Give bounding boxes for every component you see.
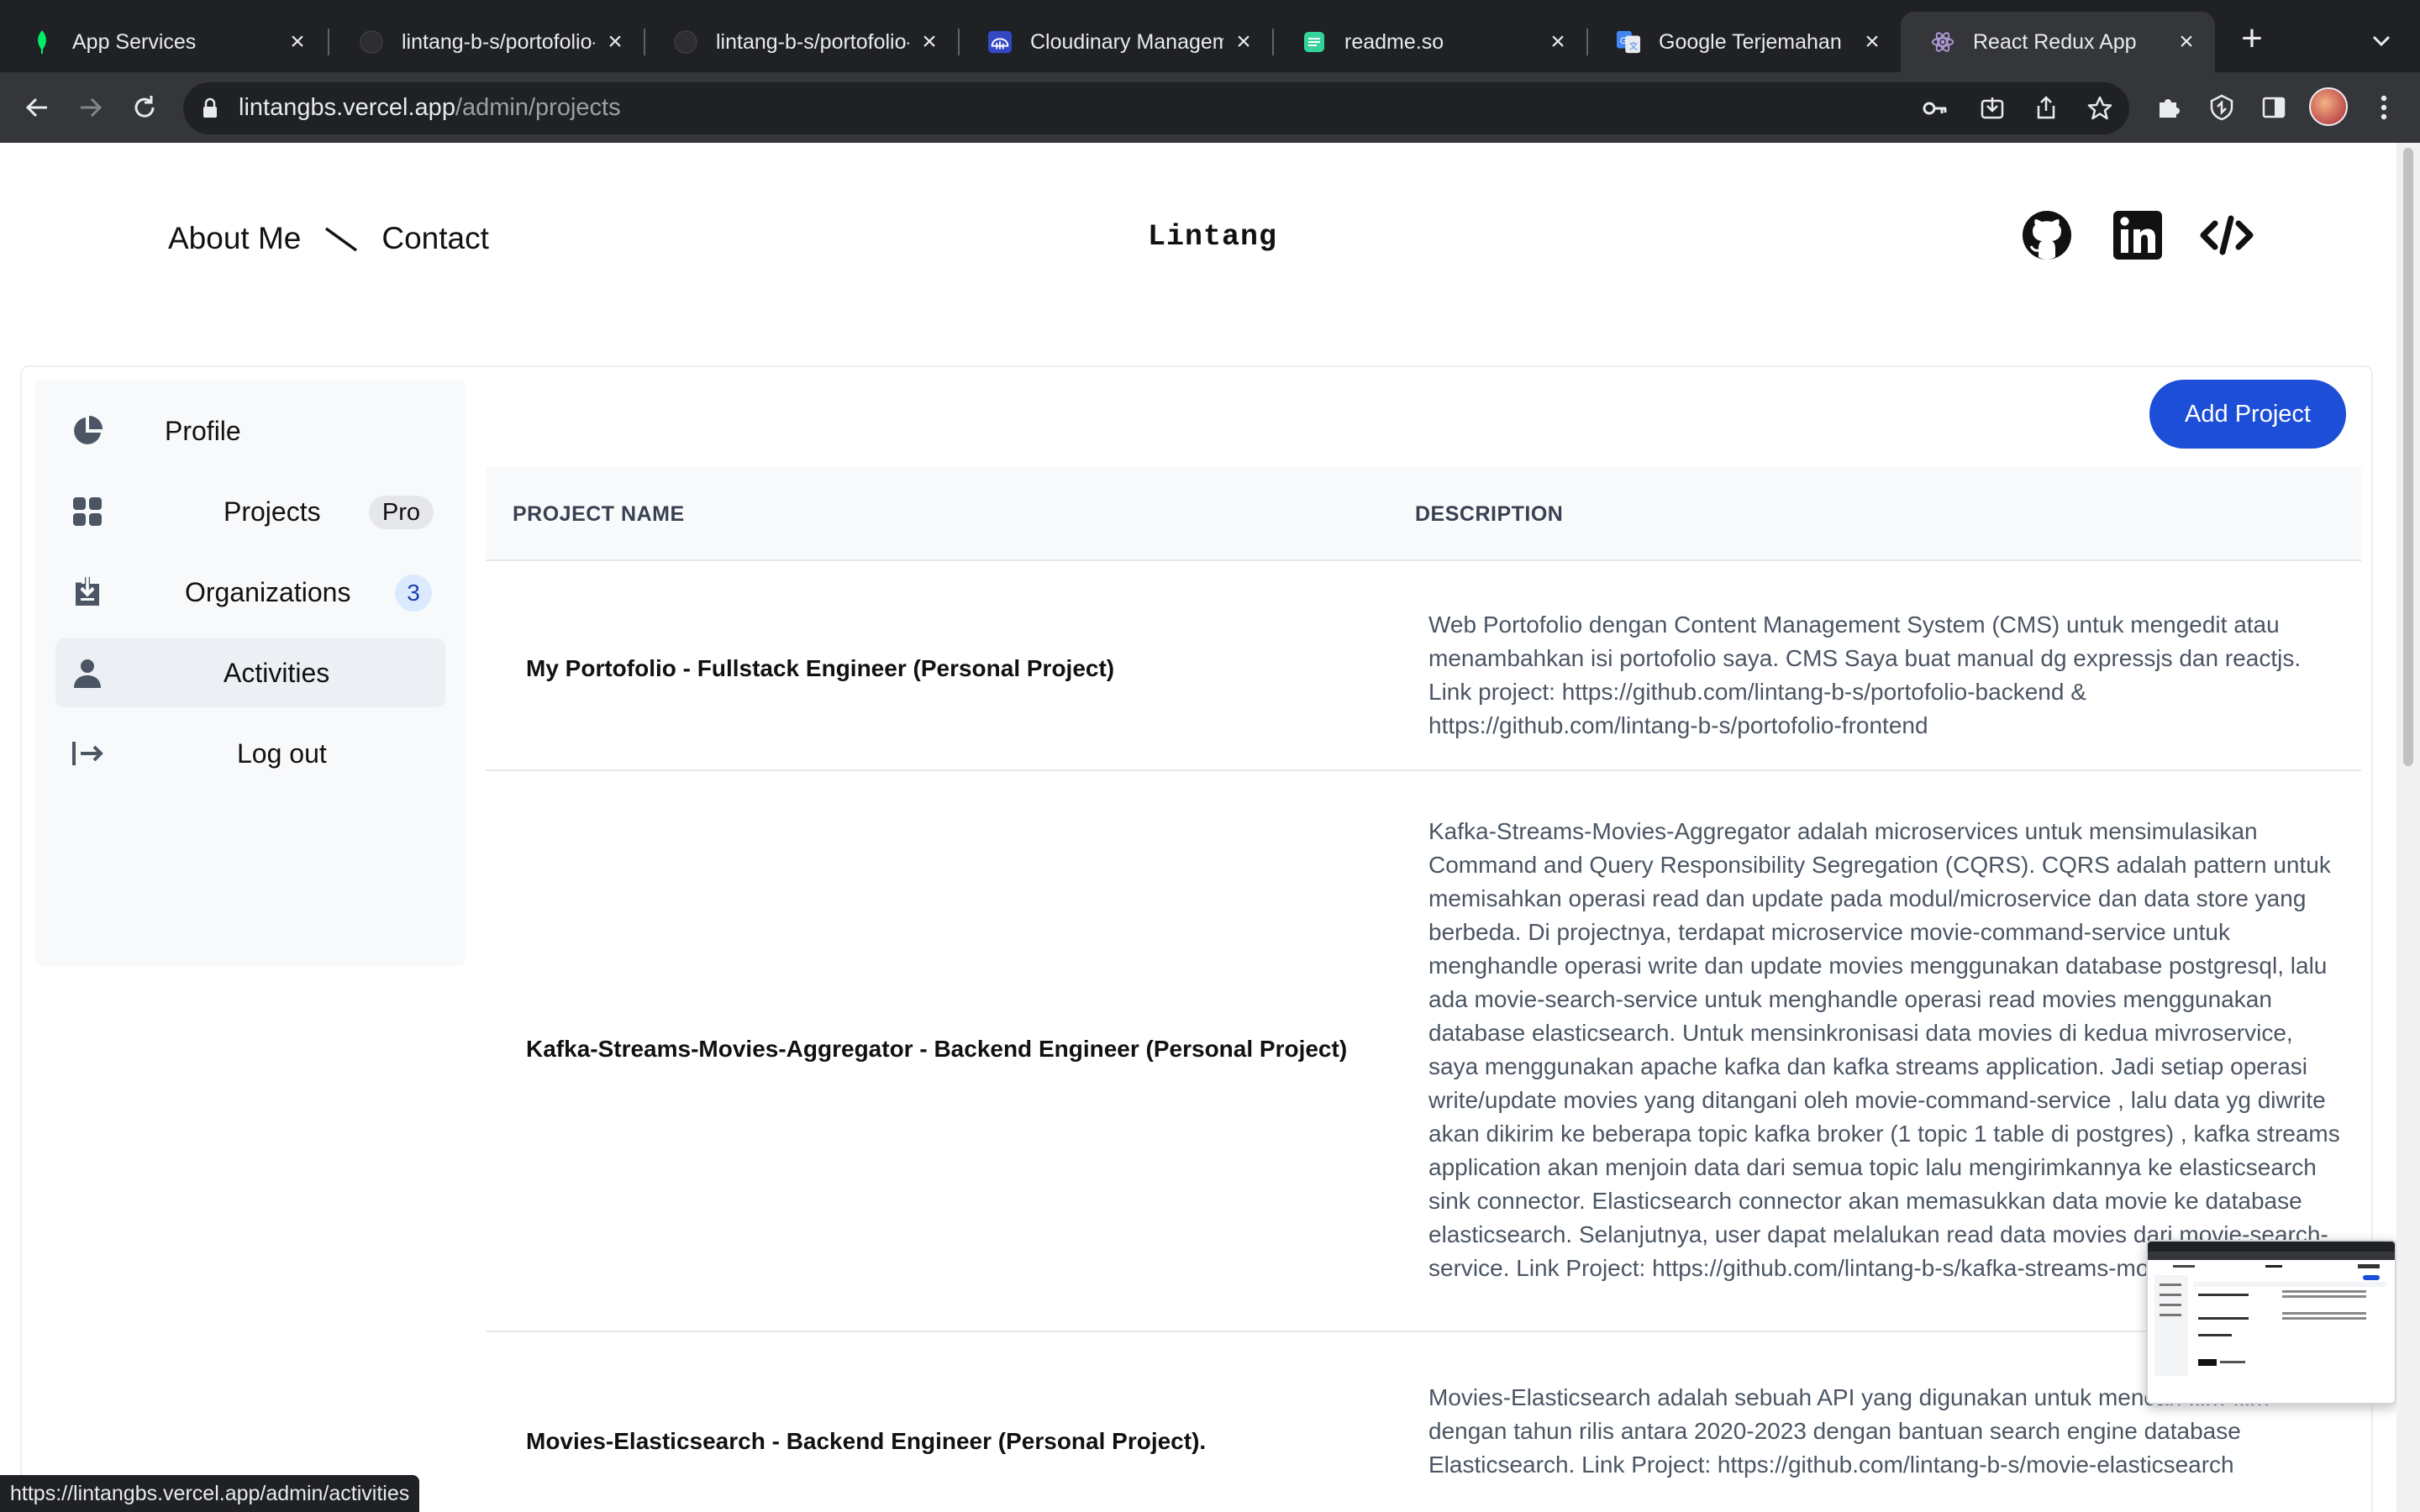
column-header-description[interactable]: DESCRIPTION — [1415, 502, 1563, 527]
site-nav: About Me Contact — [168, 220, 489, 257]
inbox-download-icon — [71, 575, 104, 609]
admin-sidebar: Profile Projects Pro Organizations 3 Act… — [35, 380, 466, 966]
browser-tab[interactable]: Cloudinary Management × — [958, 12, 1272, 72]
browser-tab[interactable]: lintang-b-s/portofolio- × — [644, 12, 958, 72]
user-icon — [71, 656, 104, 690]
arrow-left-icon — [25, 97, 47, 118]
tab-title: React Redux App — [1973, 29, 2137, 54]
more-menu-icon[interactable] — [2371, 91, 2396, 124]
close-icon[interactable]: × — [1232, 28, 1255, 55]
project-name-cell[interactable]: My Portofolio - Fullstack Engineer (Pers… — [526, 655, 1114, 682]
svg-text:G: G — [1620, 36, 1628, 46]
close-icon[interactable]: × — [918, 28, 941, 55]
url-text[interactable]: lintangbs.vercel.app/admin/projects — [239, 94, 621, 122]
sidebar-item-activities[interactable]: Activities — [55, 638, 445, 707]
count-badge: 3 — [395, 575, 432, 612]
readme-so-icon — [1302, 30, 1326, 54]
link-status-bar: https://lintangbs.vercel.app/admin/activ… — [0, 1475, 420, 1512]
project-description-cell: Web Portofolio dengan Content Management… — [1428, 612, 2302, 738]
github-icon[interactable] — [2020, 208, 2074, 262]
close-icon[interactable]: × — [1860, 28, 1884, 55]
project-name-cell[interactable]: Movies-Elasticsearch - Backend Engineer … — [526, 1428, 1206, 1455]
cloudinary-icon — [988, 30, 1012, 54]
sidebar-item-label: Log out — [237, 738, 327, 769]
code-icon[interactable] — [2200, 208, 2254, 262]
close-icon[interactable]: × — [1546, 28, 1570, 55]
tab-title: readme.so — [1344, 29, 1444, 54]
page-scrollbar[interactable] — [2396, 143, 2420, 1512]
site-logo[interactable]: Lintang — [1148, 220, 1277, 254]
sidebar-item-organizations[interactable]: Organizations 3 — [55, 558, 445, 627]
browser-tab[interactable]: lintang-b-s/portofolio- × — [329, 12, 644, 72]
close-icon[interactable]: × — [603, 28, 627, 55]
url-host: lintangbs.vercel.app — [239, 94, 455, 121]
table-header: PROJECT NAME DESCRIPTION — [486, 467, 2361, 561]
share-icon[interactable] — [2032, 94, 2060, 123]
chevron-down-icon[interactable] — [2366, 25, 2396, 55]
close-icon[interactable]: × — [286, 28, 309, 55]
nav-link-contact[interactable]: Contact — [381, 221, 489, 256]
browser-toolbar: lintangbs.vercel.app/admin/projects — [0, 72, 2420, 143]
browser-tab-bar: App Services × lintang-b-s/portofolio- ×… — [0, 0, 2420, 72]
table-row[interactable]: Movies-Elasticsearch - Backend Engineer … — [486, 1334, 2361, 1512]
back-button[interactable] — [18, 89, 55, 126]
scrollbar-thumb[interactable] — [2403, 148, 2413, 766]
react-redux-icon — [1931, 30, 1954, 54]
table-row[interactable]: Kafka-Streams-Movies-Aggregator - Backen… — [486, 773, 2361, 1332]
star-icon[interactable] — [2086, 94, 2114, 123]
project-name-cell[interactable]: Kafka-Streams-Movies-Aggregator - Backen… — [526, 1036, 1347, 1063]
sidebar-item-label: Profile — [165, 415, 241, 446]
sidebar-item-logout[interactable]: Log out — [55, 719, 445, 788]
tab-title: Google Terjemahan — [1659, 29, 1842, 54]
reload-button[interactable] — [126, 89, 163, 126]
nav-link-about[interactable]: About Me — [168, 221, 301, 256]
address-bar[interactable]: lintangbs.vercel.app/admin/projects — [183, 82, 2129, 134]
sidebar-item-label: Activities — [224, 657, 330, 688]
column-header-project-name[interactable]: PROJECT NAME — [513, 502, 685, 527]
slash-divider-icon — [325, 227, 358, 252]
browser-tab-active[interactable]: React Redux App × — [1901, 12, 2215, 72]
add-project-button[interactable]: Add Project — [2149, 380, 2346, 449]
google-translate-icon: G文 — [1617, 30, 1640, 54]
tab-title: App Services — [72, 29, 197, 54]
pie-chart-icon — [71, 414, 104, 448]
vpn-extension-icon[interactable] — [2205, 91, 2238, 124]
sidebar-item-label: Projects — [224, 496, 321, 527]
browser-tab[interactable]: App Services × — [0, 12, 326, 72]
extensions-puzzle-icon[interactable] — [2151, 91, 2185, 124]
sidebar-item-projects[interactable]: Projects Pro — [55, 477, 445, 546]
pro-badge: Pro — [368, 496, 434, 529]
github-icon — [674, 30, 697, 54]
reload-icon — [134, 96, 155, 118]
browser-tab[interactable]: G文 Google Terjemahan × — [1586, 12, 1901, 72]
sidebar-item-label: Organizations — [185, 576, 351, 607]
svg-text:文: 文 — [1629, 40, 1638, 51]
grid-icon — [71, 495, 104, 528]
linkedin-icon[interactable] — [2111, 208, 2165, 262]
url-path: /admin/projects — [455, 94, 621, 121]
logout-icon — [71, 737, 104, 770]
project-description-cell: Kafka-Streams-Movies-Aggregator adalah m… — [1428, 818, 2340, 1281]
screen-preview-thumbnail[interactable] — [2146, 1240, 2396, 1404]
browser-tab[interactable]: readme.so × — [1272, 12, 1586, 72]
install-icon[interactable] — [1978, 94, 2007, 123]
key-icon[interactable] — [1921, 94, 1949, 123]
lock-icon[interactable] — [198, 97, 222, 120]
page-viewport: About Me Contact Lintang Profile Project… — [0, 143, 2396, 1512]
close-icon[interactable]: × — [2175, 28, 2198, 55]
new-tab-button[interactable]: + — [2235, 20, 2269, 57]
arrow-right-icon — [81, 97, 103, 118]
table-row[interactable]: My Portofolio - Fullstack Engineer (Pers… — [486, 563, 2361, 771]
github-icon — [360, 30, 383, 54]
mongodb-leaf-icon — [30, 30, 54, 54]
side-panel-icon[interactable] — [2257, 91, 2291, 124]
tab-title: Cloudinary Management — [1030, 29, 1223, 54]
tab-title: lintang-b-s/portofolio- — [716, 29, 909, 54]
tab-title: lintang-b-s/portofolio- — [402, 29, 595, 54]
sidebar-item-profile[interactable]: Profile — [55, 396, 445, 465]
profile-avatar[interactable] — [2309, 87, 2348, 126]
forward-button[interactable] — [72, 89, 109, 126]
